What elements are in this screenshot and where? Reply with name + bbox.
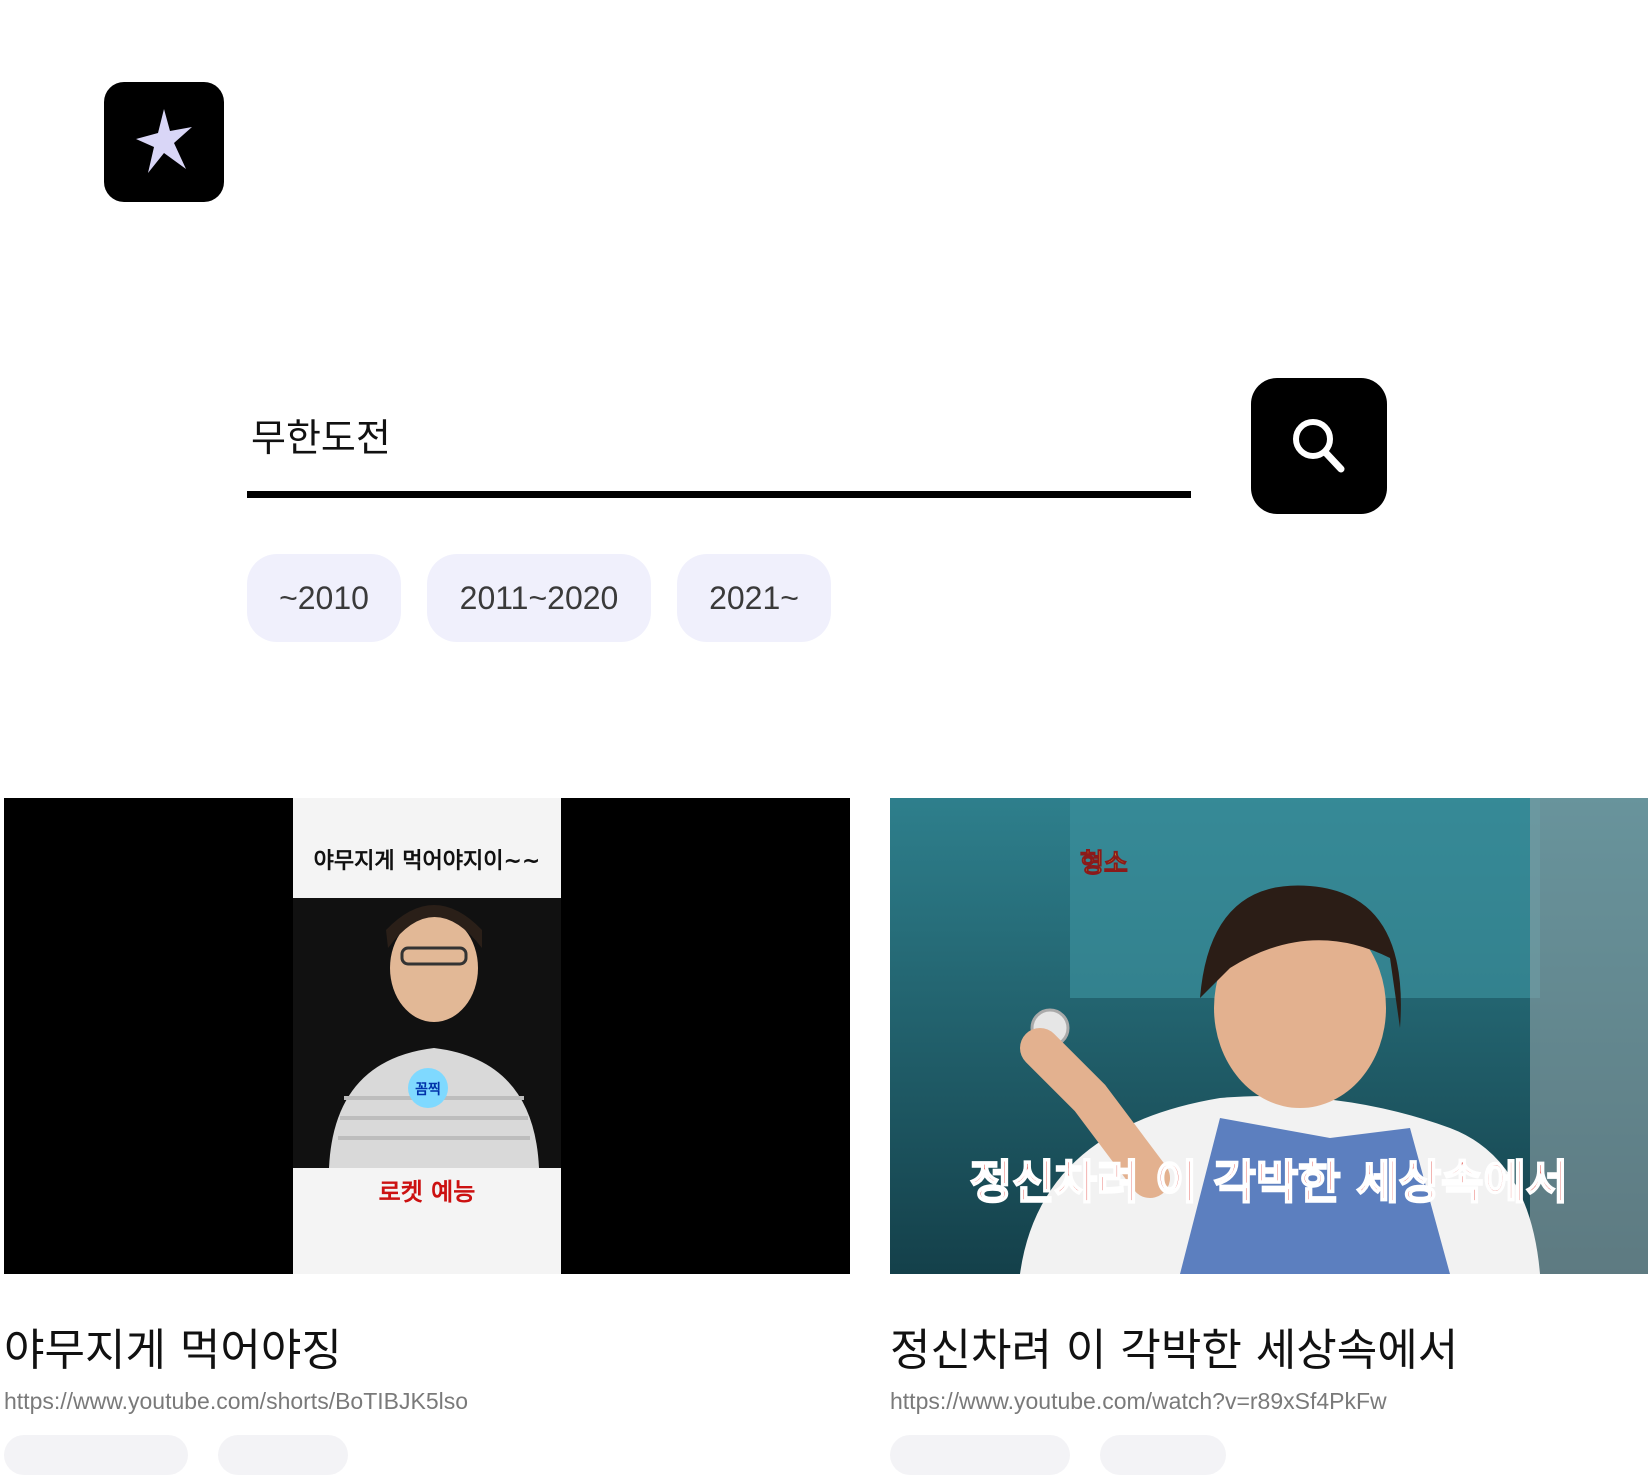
thumbnail-caption-bottom: 로켓 예능: [379, 1178, 476, 1206]
result-title[interactable]: 정신차려 이 각박한 세상속에서: [890, 1314, 1648, 1378]
filter-chip-until-2010[interactable]: ~2010: [247, 554, 401, 642]
result-card[interactable]: 형소 정신차려 이 각박한 세상속에서 정신차려 이 각박한 세상속에서 htt…: [890, 798, 1648, 1475]
video-thumbnail[interactable]: 꼼찍 야무지게 먹어야지이~~ 로켓 예능: [4, 798, 850, 1274]
search-icon: [1293, 419, 1345, 473]
search-input[interactable]: [247, 378, 1191, 498]
filter-chip-2011-2020[interactable]: 2011~2020: [427, 554, 651, 642]
tag-row: [4, 1435, 850, 1475]
tag-row: [890, 1435, 1648, 1475]
search-button[interactable]: [1251, 378, 1387, 514]
filter-chip-2021-onward[interactable]: 2021~: [677, 554, 831, 642]
tag-chip[interactable]: [218, 1435, 348, 1475]
tag-chip[interactable]: [4, 1435, 188, 1475]
result-url[interactable]: https://www.youtube.com/shorts/BoTIBJK5l…: [4, 1388, 850, 1415]
result-card[interactable]: 꼼찍 야무지게 먹어야지이~~ 로켓 예능 야무지게 먹어야징 https://…: [4, 798, 850, 1475]
thumbnail-image: 형소 정신차려 이 각박한 세상속에서: [890, 798, 1648, 1274]
year-filter-group: ~2010 2011~2020 2021~: [247, 554, 831, 642]
search-bar: [247, 378, 1191, 506]
app-logo[interactable]: [104, 82, 224, 202]
sparkle-icon: [136, 109, 192, 173]
thumbnail-caption-bottom: 정신차려 이 각박한 세상속에서: [970, 1155, 1568, 1209]
result-title[interactable]: 야무지게 먹어야징: [4, 1314, 850, 1378]
tag-chip[interactable]: [890, 1435, 1070, 1475]
tag-chip[interactable]: [1100, 1435, 1226, 1475]
result-url[interactable]: https://www.youtube.com/watch?v=r89xSf4P…: [890, 1388, 1648, 1415]
thumbnail-caption-top: 야무지게 먹어야지이~~: [314, 849, 541, 874]
thumbnail-badge: 꼼찍: [415, 1081, 441, 1098]
thumbnail-channel-logo: 형소: [1080, 849, 1128, 879]
video-thumbnail[interactable]: 형소 정신차려 이 각박한 세상속에서: [890, 798, 1648, 1274]
thumbnail-image: 꼼찍 야무지게 먹어야지이~~ 로켓 예능: [4, 798, 850, 1274]
